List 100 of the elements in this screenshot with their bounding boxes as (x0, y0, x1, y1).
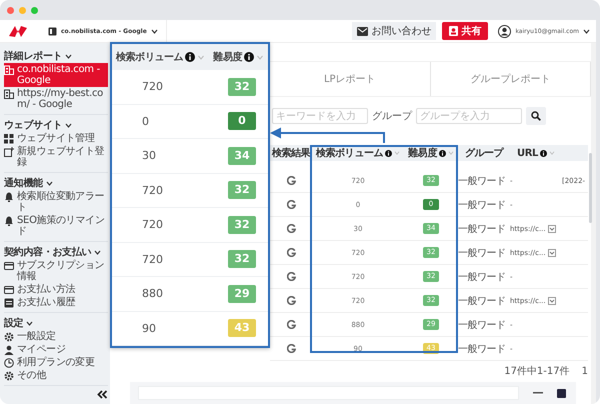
contact-button[interactable]: お問い合わせ (352, 22, 436, 40)
card-icon (4, 261, 14, 271)
page-scrollbar[interactable] (591, 43, 596, 404)
group-value: 一般ワード (458, 294, 506, 308)
column-header[interactable]: 難易度 (213, 50, 264, 64)
gear-icon (4, 332, 14, 342)
volume-value: 720 (142, 252, 163, 266)
sidebar-item[interactable]: co.nobilista.com - Google (4, 63, 108, 87)
column-header[interactable]: URL (510, 145, 562, 161)
dropdown-icon[interactable] (548, 296, 556, 304)
dropdown-icon[interactable] (548, 224, 556, 232)
search-button[interactable] (526, 107, 546, 125)
minus-icon[interactable] (533, 392, 543, 394)
volume-value: 90 (142, 322, 156, 335)
column-header[interactable]: 検索ボリューム (116, 50, 206, 64)
difficulty-badge: 32 (228, 216, 256, 234)
info-icon[interactable] (185, 52, 196, 62)
sidebar-item[interactable]: 新規ウェブサイト登録 (4, 145, 108, 169)
difficulty-badge: 32 (228, 250, 256, 268)
group-label: グループ (372, 110, 412, 123)
section-header[interactable]: 通知機能 (4, 176, 108, 190)
page-link[interactable]: 1 (582, 366, 588, 376)
collapse-icon[interactable] (97, 390, 108, 399)
logo-icon[interactable] (8, 23, 28, 39)
info-icon[interactable] (244, 52, 254, 62)
column-header: グループ (458, 145, 510, 161)
section-header[interactable]: 契約内容・お支払い (4, 245, 108, 259)
bell-icon (4, 216, 14, 226)
square-icon[interactable] (557, 388, 566, 398)
group-value: 一般ワード (458, 246, 506, 260)
sidebar-item[interactable]: 利用プランの変更 (4, 356, 108, 369)
g-logo-icon (286, 344, 296, 353)
card-icon (4, 285, 14, 295)
group-value: 一般ワード (458, 318, 506, 332)
chevron-down-icon (46, 180, 53, 186)
g-logo-icon (286, 224, 296, 233)
volume-value: 720 (142, 218, 163, 232)
g-logo-icon (286, 200, 296, 209)
sidebar-item[interactable]: サブスクリプション情報 (4, 259, 108, 283)
column-header: 検索結果 (270, 145, 312, 161)
sidebar-item[interactable]: https://my-best.com/ - Google (4, 87, 108, 111)
scrollbar[interactable] (589, 153, 592, 223)
clock-icon (4, 358, 14, 368)
sidebar-item[interactable]: その他 (4, 369, 108, 382)
gear-icon (4, 371, 14, 381)
difficulty-badge: 32 (228, 78, 256, 96)
dropdown-icon[interactable] (548, 248, 556, 256)
keyword-field[interactable]: キーワードを入力 (272, 108, 368, 124)
share-button[interactable]: 共有 (442, 22, 488, 40)
sidebar-item[interactable]: SEO施策のリマインド (4, 214, 108, 238)
document-icon (48, 26, 57, 36)
search-icon (531, 111, 541, 121)
result-count: 17件中1-17件 (504, 364, 570, 378)
section-header[interactable]: 設定 (4, 316, 108, 330)
difficulty-badge: 32 (228, 181, 256, 200)
difficulty-badge: 34 (228, 146, 256, 165)
maximize-dot-icon[interactable] (31, 6, 38, 14)
chevron-down-icon (65, 54, 72, 58)
volume-value: 30 (142, 149, 156, 162)
bell-icon (4, 192, 14, 202)
info-icon[interactable] (385, 150, 392, 156)
grid-icon (4, 134, 14, 144)
difficulty-badge: 29 (228, 284, 256, 303)
add-icon (4, 147, 14, 157)
chevron-down-icon (26, 320, 34, 326)
section-header[interactable]: ウェブサイト (4, 118, 108, 132)
person-icon (4, 345, 14, 355)
chevron-down-icon (583, 28, 590, 34)
g-logo-icon (286, 248, 296, 257)
group-value: 一般ワード (458, 222, 506, 236)
list-icon (4, 298, 14, 308)
sidebar-item[interactable]: お支払い履歴 (4, 296, 108, 309)
sidebar-item[interactable]: ウェブサイト管理 (4, 132, 108, 145)
difficulty-badge: 0 (228, 112, 256, 130)
group-field[interactable]: グループを入力 (416, 108, 522, 124)
group-value: 一般ワード (458, 198, 506, 212)
section-header[interactable]: 詳細レポート (4, 49, 108, 63)
info-icon[interactable] (438, 150, 446, 156)
chevron-down-icon (94, 250, 102, 254)
sidebar-item[interactable]: 検索順位変動アラート (4, 190, 108, 214)
g-logo-icon (286, 320, 296, 329)
minimize-dot-icon[interactable] (19, 6, 26, 14)
building-icon (4, 89, 14, 99)
group-value: 一般ワード (458, 342, 506, 356)
volume-value: 0 (142, 114, 149, 128)
sidebar-item[interactable]: 一般設定 (4, 330, 108, 343)
person-badge-icon (449, 26, 458, 36)
sidebar-item[interactable]: お支払い方法 (4, 283, 108, 296)
g-logo-icon (286, 176, 296, 185)
volume-value: 880 (142, 287, 163, 300)
group-value: 一般ワード (458, 174, 506, 188)
difficulty-badge: 43 (228, 319, 256, 338)
envelope-icon (357, 26, 368, 36)
sidebar-item[interactable]: マイページ (4, 343, 108, 356)
g-logo-icon (286, 272, 296, 281)
info-icon[interactable] (540, 150, 547, 156)
building-icon (4, 65, 14, 75)
close-dot-icon[interactable] (7, 6, 14, 14)
g-logo-icon (286, 296, 296, 305)
volume-value: 720 (142, 184, 163, 197)
